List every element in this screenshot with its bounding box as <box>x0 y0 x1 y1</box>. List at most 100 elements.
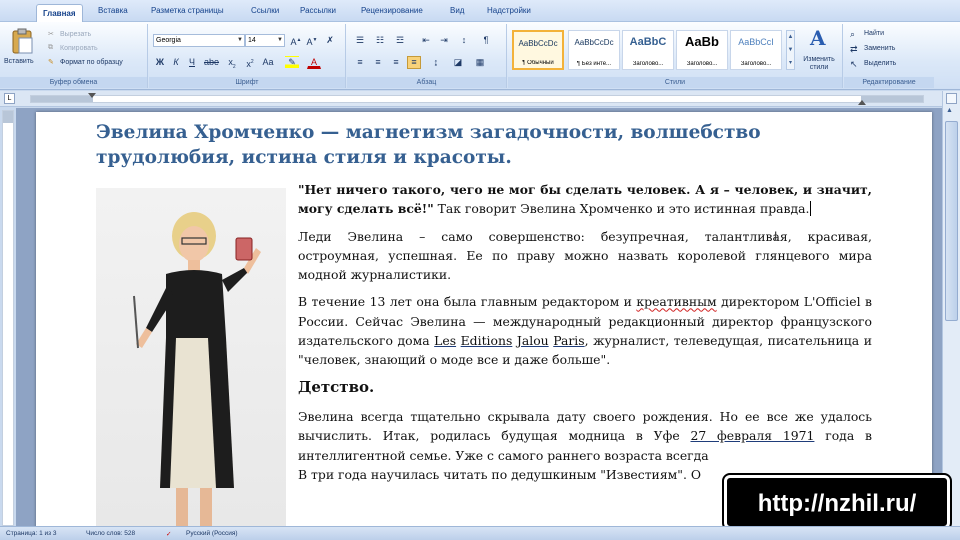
horizontal-ruler[interactable]: L <box>0 91 960 107</box>
paragraph-label: Абзац <box>347 77 506 88</box>
change-styles-icon: A <box>810 26 826 50</box>
ruler-right-margin <box>861 96 923 102</box>
align-right-icon[interactable]: ≡ <box>389 56 403 69</box>
career-text-a: В течение 13 лет она была главным редакт… <box>298 294 637 310</box>
multilevel-list-icon[interactable]: ☲ <box>393 34 407 47</box>
find-icon: ⌕ <box>850 29 856 39</box>
ibeam-cursor-icon: I <box>774 229 778 243</box>
select-button[interactable]: Выделить <box>864 60 896 67</box>
paragraph-quote[interactable]: "Нет ничего такого, чего не мог бы сдела… <box>298 180 872 219</box>
style-heading-1[interactable]: AaBbC Заголово... <box>622 30 674 70</box>
increase-indent-icon[interactable]: ⇥ <box>437 34 451 47</box>
proofing-icon[interactable]: ✓ <box>166 530 171 538</box>
show-marks-icon[interactable]: ¶ <box>479 34 493 47</box>
bullets-icon[interactable]: ☰ <box>353 34 367 47</box>
line-spacing-icon[interactable]: ↨ <box>429 56 443 69</box>
paragraph-lady[interactable]: Леди Эвелина – само совершенство: безупр… <box>298 227 872 285</box>
change-styles-label: Изменить стили <box>803 56 835 71</box>
scroll-up-icon[interactable]: ▲ <box>946 107 953 114</box>
vertical-ruler[interactable] <box>2 110 14 526</box>
copy-icon: ⧉ <box>48 44 53 51</box>
misspelled-creative: креативным <box>636 294 717 310</box>
format-painter-button[interactable]: Формат по образцу <box>60 59 123 66</box>
ribbon-tabs: Главная Вставка Разметка страницы Ссылки… <box>0 0 960 23</box>
clipboard-group: Вставить ✂ Вырезать ⧉ Копировать ✎ Форма… <box>0 24 148 88</box>
right-indent-marker[interactable] <box>858 100 866 105</box>
tab-references[interactable]: Ссылки <box>251 6 279 15</box>
word-paris: Paris <box>553 333 585 349</box>
style-heading-2[interactable]: AaBb Заголово... <box>676 30 728 70</box>
grow-font-button[interactable]: A▲ <box>289 34 303 47</box>
subscript-button[interactable]: x2 <box>225 56 239 70</box>
style-normal-preview: AaBbCcDc <box>518 39 558 48</box>
font-size-combo[interactable]: 14 ▼ <box>245 34 285 47</box>
scissors-icon: ✂ <box>48 31 54 38</box>
paste-label: Вставить <box>4 58 34 65</box>
cut-button[interactable]: Вырезать <box>60 31 91 38</box>
tab-mailings[interactable]: Рассылки <box>300 6 336 15</box>
watermark-text: http://nzhil.ru/ <box>757 490 917 517</box>
vruler-top-margin <box>3 111 13 123</box>
borders-icon[interactable]: ▦ <box>473 56 487 69</box>
replace-button[interactable]: Заменить <box>864 45 895 52</box>
font-color-icon[interactable]: A <box>307 56 321 69</box>
tab-page-layout[interactable]: Разметка страницы <box>151 6 224 15</box>
decrease-indent-icon[interactable]: ⇤ <box>419 34 433 47</box>
paragraph-childhood[interactable]: Эвелина всегда тщательно скрывала дату с… <box>298 407 872 465</box>
tab-home[interactable]: Главная <box>36 4 83 23</box>
change-case-button[interactable]: Aa <box>261 56 275 69</box>
indent-marker[interactable] <box>88 93 96 98</box>
copy-button[interactable]: Копировать <box>60 45 98 52</box>
styles-scroll[interactable]: ▲ ▼ ▾ <box>786 30 795 70</box>
align-center-icon[interactable]: ≡ <box>371 56 385 69</box>
style-normal[interactable]: AaBbCcDc ¶ Обычный <box>512 30 564 70</box>
ribbon: Вставить ✂ Вырезать ⧉ Копировать ✎ Форма… <box>0 22 960 90</box>
status-word-count[interactable]: Число слов: 528 <box>86 530 135 537</box>
paste-button[interactable]: Вставить <box>4 28 40 74</box>
document-page[interactable]: Эвелина Хромченко — магнетизм загадочнос… <box>36 112 932 532</box>
font-name-combo[interactable]: Georgia ▼ <box>153 34 245 47</box>
align-left-icon[interactable]: ≡ <box>353 56 367 69</box>
tab-addins[interactable]: Надстройки <box>487 6 531 15</box>
scroll-thumb[interactable] <box>945 121 958 321</box>
shading-icon[interactable]: ◪ <box>451 56 465 69</box>
tab-view[interactable]: Вид <box>450 6 464 15</box>
document-body[interactable]: "Нет ничего такого, чего не мог бы сдела… <box>298 180 872 492</box>
style-heading-3[interactable]: AaBbCcI Заголово... <box>730 30 782 70</box>
justify-icon[interactable]: ≡ <box>407 56 421 69</box>
status-language[interactable]: Русский (Россия) <box>186 530 238 537</box>
style-heading-2-name: Заголово... <box>686 61 718 67</box>
paragraph-career[interactable]: В течение 13 лет она была главным редакт… <box>298 292 872 369</box>
shrink-font-button[interactable]: A▼ <box>305 34 319 47</box>
woman-photo[interactable] <box>96 188 286 526</box>
tab-insert[interactable]: Вставка <box>98 6 128 15</box>
underline-button[interactable]: Ч <box>185 56 199 69</box>
clear-format-icon[interactable]: ✗ <box>323 34 337 47</box>
style-no-spacing[interactable]: AaBbCcDc ¶ Без инте... <box>568 30 620 70</box>
strikethrough-button[interactable]: abe <box>203 56 219 69</box>
bold-button[interactable]: Ж <box>153 56 167 69</box>
change-styles-button[interactable]: A Изменить стили <box>798 26 840 74</box>
sort-icon[interactable]: ↕ <box>457 34 471 47</box>
status-bar: Страница: 1 из 3 Число слов: 528 ✓ Русск… <box>0 526 960 540</box>
numbering-icon[interactable]: ☷ <box>373 34 387 47</box>
style-no-spacing-preview: AaBbCcDc <box>574 38 614 47</box>
font-group: Georgia ▼ 14 ▼ A▲ A▼ ✗ Ж К Ч abe x2 x2 A… <box>149 24 346 88</box>
tab-selector-icon[interactable]: L <box>4 93 15 104</box>
clipboard-label: Буфер обмена <box>0 77 147 88</box>
birth-date: 27 февраля 1971 <box>690 428 815 444</box>
editing-group: ⌕ Найти ⇄ Заменить ↖ Выделить Редактиров… <box>844 24 934 88</box>
ruler-track <box>30 95 924 103</box>
document-title[interactable]: Эвелина Хромченко — магнетизм загадочнос… <box>96 120 896 170</box>
section-heading-childhood[interactable]: Детство. <box>298 378 872 397</box>
tab-review[interactable]: Рецензирование <box>361 6 423 15</box>
vertical-scrollbar[interactable]: ▲ <box>942 91 960 526</box>
document-canvas[interactable]: Эвелина Хромченко — магнетизм загадочнос… <box>16 108 942 532</box>
find-button[interactable]: Найти <box>864 30 884 37</box>
word-les: Les <box>434 333 457 349</box>
status-page[interactable]: Страница: 1 из 3 <box>6 530 57 537</box>
superscript-button[interactable]: x2 <box>243 56 257 69</box>
ruler-toggle-icon[interactable] <box>946 93 957 104</box>
italic-button[interactable]: К <box>169 56 183 69</box>
highlight-icon[interactable]: ✎ <box>285 56 299 69</box>
